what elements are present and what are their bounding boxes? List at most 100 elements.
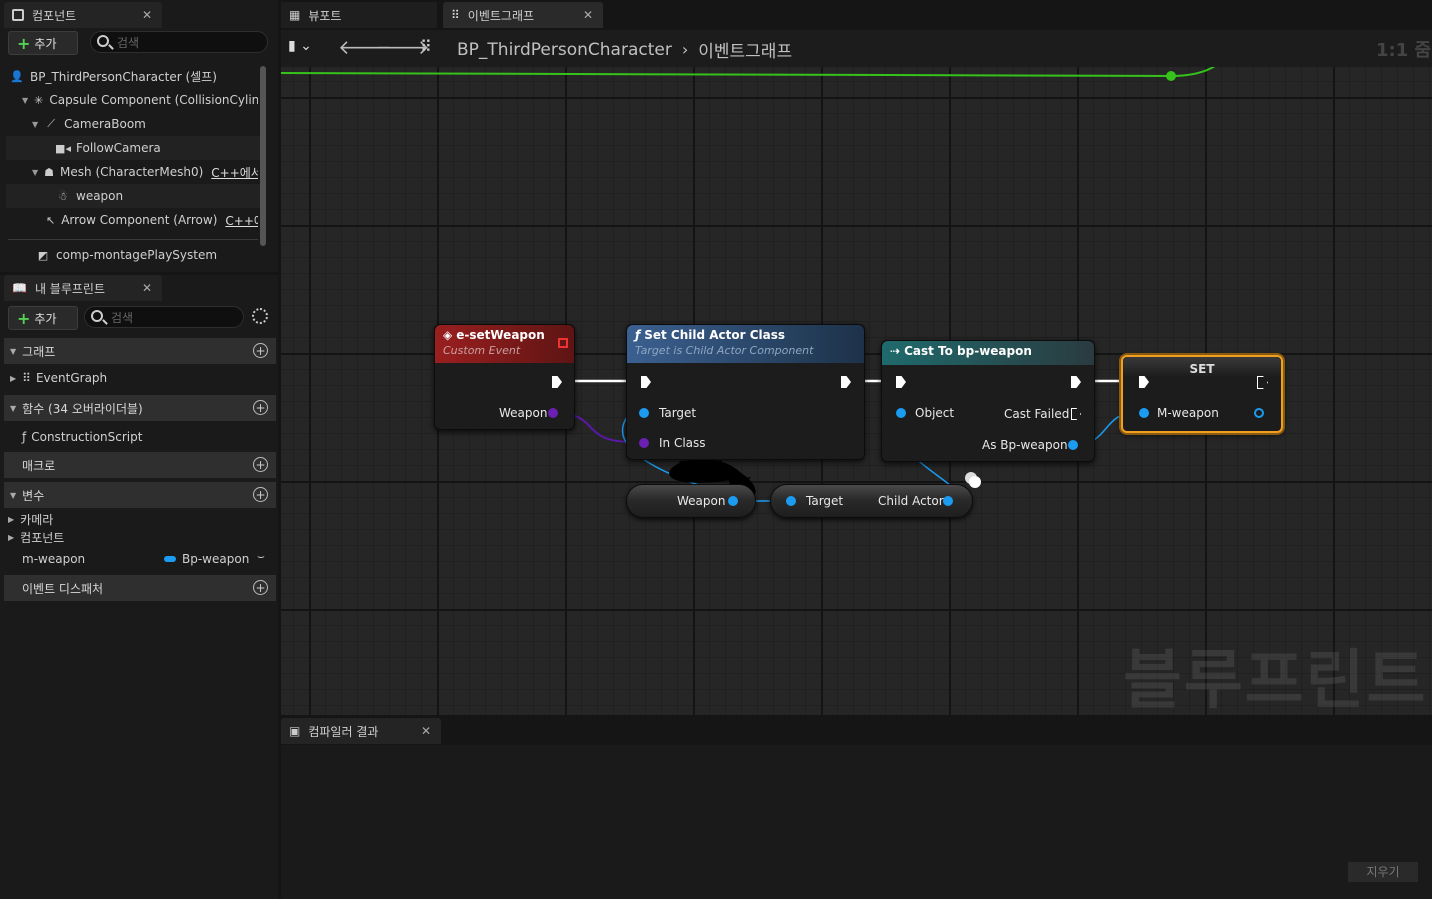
boom-icon: ⟋ [47,117,55,130]
reroute-knot[interactable] [969,476,981,488]
close-icon[interactable]: ✕ [583,8,593,22]
section-macros[interactable]: 매크로 + [4,452,276,478]
object-pin[interactable] [896,408,906,418]
delegate-pin[interactable] [558,338,568,348]
variable-category-components[interactable]: ▶ 컴포넌트 [4,528,276,546]
component-scrollbar[interactable] [260,66,266,246]
cast-failed-exec-pin[interactable] [1071,408,1081,420]
clear-button[interactable]: 지우기 [1348,862,1418,882]
expand-arrow-icon[interactable]: ▶ [10,374,16,383]
compiler-icon: ▣ [289,724,301,738]
tab-compiler-results[interactable]: ▣ 컴파일러 결과 ✕ [281,718,441,744]
breadcrumb-blueprint[interactable]: BP_ThirdPersonCharacter [457,40,672,60]
expand-arrow-icon[interactable]: ▼ [32,168,38,177]
bookmark-icon[interactable]: ▮ ⌄ [288,38,312,54]
exec-out-pin[interactable] [1071,376,1081,388]
as-bp-weapon-pin[interactable] [1068,440,1078,450]
expand-arrow-icon[interactable]: ▼ [32,120,38,129]
weapon-out-pin[interactable] [728,496,738,506]
close-icon[interactable]: ✕ [421,724,431,738]
add-dispatcher-icon[interactable]: + [253,580,268,595]
expand-arrow-icon[interactable]: ▶ [8,515,14,524]
tree-item-arrow[interactable]: ↖Arrow Component (Arrow)C++에서 [46,208,258,232]
graph-toolbar [281,30,1432,67]
node-get-child-actor[interactable]: Target Child Actor [770,484,973,518]
collapse-arrow-icon[interactable]: ▼ [10,404,16,413]
target-pin[interactable] [639,408,649,418]
component-tab-icon [12,9,24,21]
node-header: ◈ e-setWeapon Custom Event [435,325,574,363]
variable-item-m-weapon[interactable]: m-weapon Bp-weapon ⌣ [4,549,276,569]
add-component-button[interactable]: + 추가 [8,31,78,55]
node-cast-to-bp-weapon[interactable]: ⇢ Cast To bp-weapon Object Cast Failed As… [881,340,1095,462]
breadcrumb-graph[interactable]: 이벤트그래프 [698,37,792,62]
component-search-input[interactable]: 검색 [90,31,268,53]
in-class-pin[interactable] [639,438,649,448]
graph-item-eventgraph[interactable]: ▶ ⠿ EventGraph [4,368,276,388]
blueprint-tab-icon: 📖 [12,281,27,295]
function-icon: ƒ [22,430,27,444]
add-graph-icon[interactable]: + [253,343,268,358]
tree-item-cameraboom[interactable]: ▼ ⟋ CameraBoom [32,112,258,136]
exec-in-pin[interactable] [1139,376,1149,388]
tab-eventgraph[interactable]: ⠿ 이벤트그래프 ✕ [443,2,603,28]
plus-icon: + [17,33,31,53]
viewport-icon: ▦ [289,8,301,22]
blueprint-search-input[interactable]: 검색 [84,306,244,328]
section-variables[interactable]: ▼ 변수 + [4,482,276,508]
search-icon [91,310,103,322]
weapon-class-pin[interactable] [548,408,558,418]
node-custom-event[interactable]: ◈ e-setWeapon Custom Event Weapon [434,324,575,430]
exec-out-pin[interactable] [1257,376,1268,389]
function-icon: ƒ [635,328,641,342]
collapse-arrow-icon[interactable]: ▼ [10,347,16,356]
visibility-eye-icon[interactable]: ⌣ [257,549,265,564]
close-icon[interactable]: ✕ [142,8,152,22]
tree-item-self[interactable]: 👤 BP_ThirdPersonCharacter (셀프) [10,64,262,88]
expand-arrow-icon[interactable]: ▶ [8,533,14,542]
add-member-button[interactable]: + 추가 [8,306,78,330]
node-header: ⇢ Cast To bp-weapon [882,341,1094,365]
variable-category-camera[interactable]: ▶ 카메라 [4,510,276,528]
event-diamond-icon: ◈ [443,328,453,342]
section-dispatchers[interactable]: 이벤트 디스패처 + [4,575,276,601]
node-get-weapon[interactable]: Weapon [626,484,756,518]
tree-item-mesh[interactable]: ▼ ☗ Mesh (CharacterMesh0) C++에서 [32,160,258,184]
divider [8,239,258,240]
child-actor-out-pin[interactable] [943,496,953,506]
function-item-construction[interactable]: ƒ ConstructionScript [4,427,276,447]
tree-item-capsule[interactable]: ▼ ✳ Capsule Component (CollisionCylin [22,88,258,112]
expand-arrow-icon[interactable]: ▼ [22,96,28,105]
exec-in-pin[interactable] [641,376,651,388]
add-macro-icon[interactable]: + [253,457,268,472]
exec-in-pin[interactable] [896,376,906,388]
graph-canvas[interactable]: ◈ e-setWeapon Custom Event Weapon ƒ Set Ch… [281,67,1432,715]
tree-item-montage[interactable]: ◩ comp-montagePlaySystem [36,243,258,267]
compiler-tab-bar [281,715,1432,745]
tree-item-followcamera[interactable]: ■◂ FollowCamera [6,136,260,160]
tab-components[interactable]: 컴포넌트 ✕ [4,2,162,28]
section-graphs[interactable]: ▼ 그래프 + [4,338,276,364]
tab-viewport[interactable]: ▦ 뷰포트 [281,2,437,28]
m-weapon-in-pin[interactable] [1139,408,1149,418]
close-icon[interactable]: ✕ [142,281,152,295]
target-in-pin[interactable] [786,496,796,506]
tree-item-weapon[interactable]: ☃ weapon [6,184,260,208]
graph-type-icon: ⠿ [420,37,432,56]
node-set-child-actor-class[interactable]: ƒ Set Child Actor Class Target is Child A… [626,324,865,460]
exec-out-pin[interactable] [841,376,851,388]
compiler-output [281,745,1432,899]
m-weapon-out-pin[interactable] [1254,408,1264,418]
plus-icon: + [17,308,31,328]
exec-out-pin[interactable] [552,376,562,388]
collapse-arrow-icon[interactable]: ▼ [10,491,16,500]
zoom-label: 1:1 줌 [1376,40,1432,61]
child-actor-icon: ☃ [58,189,68,203]
gear-icon[interactable] [252,308,268,324]
capsule-icon: ✳ [34,93,44,107]
section-functions[interactable]: ▼ 함수 (34 오버라이더블) + [4,395,276,421]
add-function-icon[interactable]: + [253,400,268,415]
tab-myblueprint[interactable]: 📖 내 블루프린트 ✕ [4,275,162,301]
add-variable-icon[interactable]: + [253,487,268,502]
node-set-m-weapon[interactable]: SET M-weapon [1121,355,1283,433]
